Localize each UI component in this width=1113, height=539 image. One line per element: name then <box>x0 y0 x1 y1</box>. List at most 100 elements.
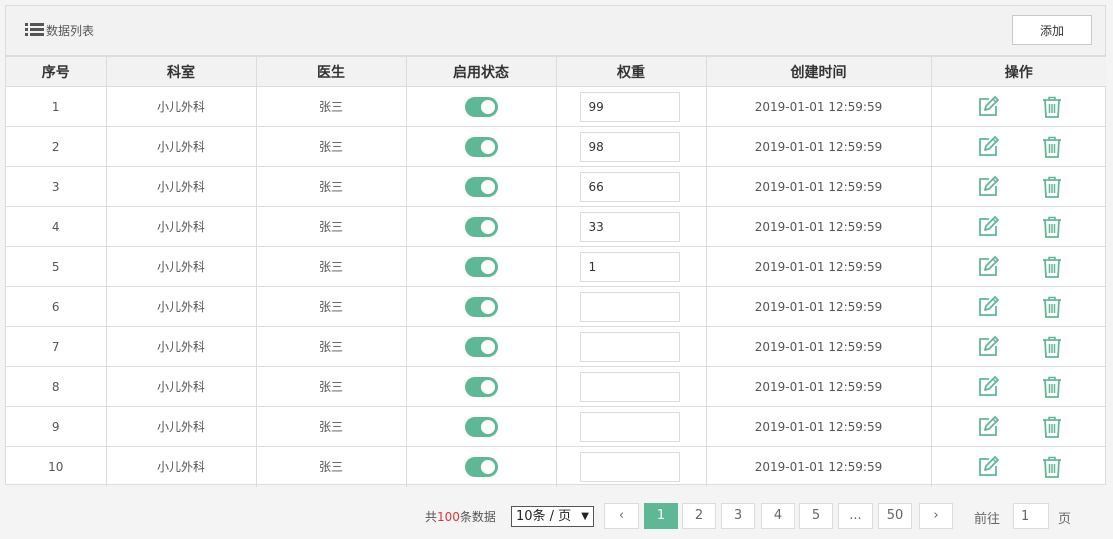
page-button[interactable]: 4 <box>761 503 795 529</box>
cell-dept: 小儿外科 <box>105 446 257 487</box>
trash-icon[interactable] <box>1042 216 1062 238</box>
cell-created: 2019-01-01 12:59:59 <box>705 126 932 167</box>
table-row: 2小儿外科张三 2019-01-01 12:59:59 <box>6 126 1106 167</box>
table-row: 10 小儿外科 张三 2019-01-01 12:59:59 <box>6 446 1106 487</box>
page-size-value: 10条 / 页 <box>516 509 572 524</box>
trash-icon[interactable] <box>1042 296 1062 318</box>
enable-toggle[interactable] <box>464 296 498 317</box>
page-button[interactable]: 2 <box>682 503 716 529</box>
toggle-knob <box>480 219 495 234</box>
cell-index: 9 <box>6 406 107 447</box>
toggle-knob <box>480 379 495 394</box>
enable-toggle[interactable] <box>464 136 498 157</box>
enable-toggle[interactable] <box>464 336 498 357</box>
cell-status <box>405 86 557 127</box>
cell-weight <box>555 406 707 447</box>
table-row: 5小儿外科张三 2019-01-01 12:59:59 <box>6 246 1106 287</box>
cell-actions <box>930 206 1106 247</box>
edit-icon[interactable] <box>977 255 999 278</box>
enable-toggle[interactable] <box>464 96 498 117</box>
cell-status <box>405 126 557 167</box>
cell-actions <box>930 86 1106 127</box>
trash-icon[interactable] <box>1042 456 1062 478</box>
trash-icon[interactable] <box>1042 336 1062 358</box>
cell-status <box>405 446 557 487</box>
edit-icon[interactable] <box>977 295 999 318</box>
cell-dept: 小儿外科 <box>105 166 257 207</box>
enable-toggle[interactable] <box>464 176 498 197</box>
panel-header: 数据列表 添加 <box>6 6 1105 56</box>
enable-toggle[interactable] <box>464 416 498 437</box>
cell-index: 10 <box>6 446 107 487</box>
cell-index: 6 <box>6 286 107 327</box>
total-count: 100 <box>437 510 460 524</box>
trash-icon[interactable] <box>1042 416 1062 438</box>
total-count-text: 共100条数据 <box>425 508 496 525</box>
weight-input[interactable] <box>579 171 680 202</box>
cell-index: 1 <box>6 86 107 127</box>
weight-input[interactable] <box>579 211 680 242</box>
page-button[interactable]: 5 <box>799 503 833 529</box>
weight-input[interactable] <box>579 451 680 482</box>
page-button[interactable]: 1 <box>644 503 678 529</box>
column-header-doctor: 医生 <box>255 56 407 87</box>
cell-doctor: 张三 <box>255 326 407 367</box>
enable-toggle[interactable] <box>464 376 498 397</box>
next-page-button[interactable]: › <box>919 503 953 529</box>
table-row: 3小儿外科张三 2019-01-01 12:59:59 <box>6 166 1106 207</box>
weight-input[interactable] <box>579 411 680 442</box>
page-size-select[interactable]: 10条 / 页 ▼ <box>511 506 594 527</box>
page-button[interactable]: 50 <box>878 503 912 529</box>
enable-toggle[interactable] <box>464 456 498 477</box>
prev-page-button[interactable]: ‹ <box>604 503 639 529</box>
weight-input[interactable] <box>579 131 680 162</box>
pagination: 共100条数据 10条 / 页 ▼ ‹ 12345...50 › 前往 页 <box>0 503 1113 529</box>
cell-status <box>405 366 557 407</box>
edit-icon[interactable] <box>977 135 999 158</box>
cell-created: 2019-01-01 12:59:59 <box>705 166 932 207</box>
edit-icon[interactable] <box>977 175 999 198</box>
trash-icon[interactable] <box>1042 136 1062 158</box>
goto-page-input[interactable] <box>1013 503 1049 529</box>
weight-input[interactable] <box>579 251 680 282</box>
toggle-knob <box>480 139 495 154</box>
weight-input[interactable] <box>579 291 680 322</box>
cell-weight <box>555 126 707 167</box>
weight-input[interactable] <box>579 371 680 402</box>
trash-icon[interactable] <box>1042 256 1062 278</box>
page-button[interactable]: 3 <box>721 503 755 529</box>
cell-doctor: 张三 <box>255 366 407 407</box>
edit-icon[interactable] <box>977 455 999 478</box>
weight-input[interactable] <box>579 91 680 122</box>
edit-icon[interactable] <box>977 215 999 238</box>
enable-toggle[interactable] <box>464 256 498 277</box>
add-button[interactable]: 添加 <box>1012 15 1092 45</box>
cell-doctor: 张三 <box>255 86 407 127</box>
cell-doctor: 张三 <box>255 406 407 447</box>
enable-toggle[interactable] <box>464 216 498 237</box>
edit-icon[interactable] <box>977 375 999 398</box>
cell-weight <box>555 446 707 487</box>
edit-icon[interactable] <box>977 335 999 358</box>
column-header-weight: 权重 <box>555 56 707 87</box>
cell-actions <box>930 366 1106 407</box>
cell-weight <box>555 246 707 287</box>
table-row: 7 小儿外科 张三 2019-01-01 12:59:59 <box>6 326 1106 367</box>
edit-icon[interactable] <box>977 95 999 118</box>
trash-icon[interactable] <box>1042 376 1062 398</box>
cell-weight <box>555 206 707 247</box>
total-prefix: 共 <box>425 510 438 524</box>
edit-icon[interactable] <box>977 415 999 438</box>
cell-index: 5 <box>6 246 107 287</box>
trash-icon[interactable] <box>1042 176 1062 198</box>
trash-icon[interactable] <box>1042 96 1062 118</box>
cell-doctor: 张三 <box>255 126 407 167</box>
cell-weight <box>555 326 707 367</box>
weight-input[interactable] <box>579 331 680 362</box>
data-list-panel: 数据列表 添加 序号 科室 医生 启用状态 权重 创建时间 操作 1 小儿外科 张三… <box>5 5 1106 487</box>
cell-weight <box>555 286 707 327</box>
cell-status <box>405 166 557 207</box>
cell-status <box>405 406 557 447</box>
cell-weight <box>555 166 707 207</box>
cell-status <box>405 326 557 367</box>
